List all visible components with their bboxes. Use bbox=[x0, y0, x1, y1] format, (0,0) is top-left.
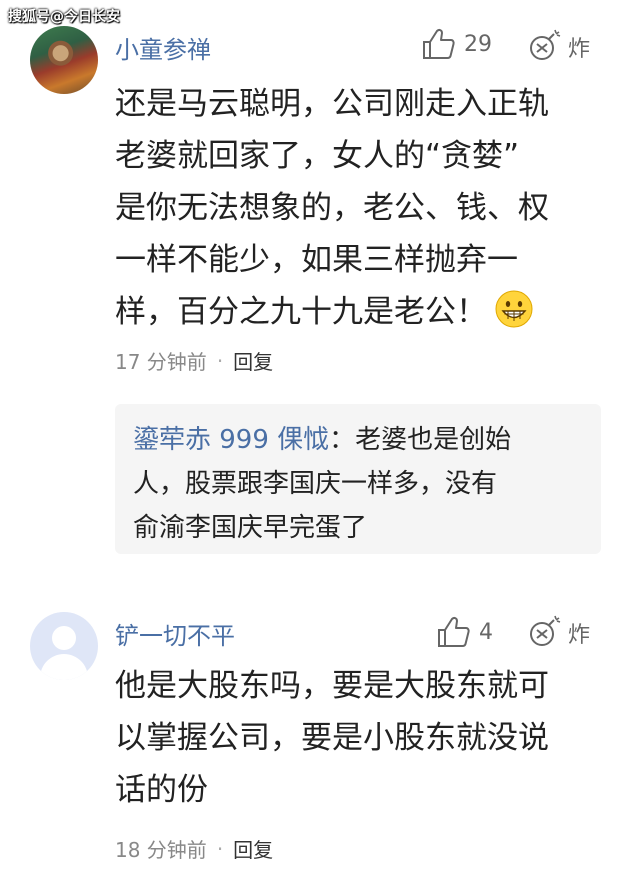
like-button[interactable]: 4 bbox=[437, 616, 493, 648]
avatar-shoulders-shape bbox=[40, 654, 88, 680]
bomb-icon bbox=[528, 614, 562, 652]
comment-username[interactable]: 小童参禅 bbox=[115, 30, 211, 65]
like-count: 4 bbox=[479, 619, 493, 645]
meta-dot: · bbox=[216, 348, 224, 373]
avatar[interactable] bbox=[30, 26, 98, 94]
reply-line: 人，股票跟李国庆一样多，没有 bbox=[133, 469, 498, 499]
reply-box[interactable]: 鎏荦赤 999 倮怴：老婆也是创始 人，股票跟李国庆一样多，没有 俞渝李国庆早完… bbox=[115, 404, 601, 554]
reply-line: 鎏荦赤 999 倮怴：老婆也是创始 bbox=[133, 418, 511, 462]
reply-author[interactable]: 鎏荦赤 999 倮怴 bbox=[133, 425, 329, 455]
comment-line: 是你无法想象的，老公、钱、权 bbox=[115, 190, 549, 226]
reply-button[interactable]: 回复 bbox=[233, 346, 273, 375]
bomb-icon bbox=[528, 28, 562, 66]
thumbs-up-icon bbox=[422, 28, 456, 60]
comment-meta: 18 分钟前 · 回复 bbox=[115, 834, 273, 863]
comment-line: 他是大股东吗，要是大股东就可 bbox=[115, 668, 549, 704]
reply-text: 鎏荦赤 999 倮怴：老婆也是创始 人，股票跟李国庆一样多，没有 俞渝李国庆早完… bbox=[133, 418, 511, 550]
comment-line: 以掌握公司，要是小股东就没说 bbox=[115, 720, 549, 756]
reply-colon: ： bbox=[329, 425, 356, 455]
avatar-head-shape bbox=[52, 626, 76, 650]
comment-time: 18 分钟前 bbox=[115, 838, 207, 862]
reply-button[interactable]: 回复 bbox=[233, 834, 273, 863]
comment-line: 一样不能少，如果三样抛弃一 bbox=[115, 242, 518, 278]
meta-dot: · bbox=[216, 836, 224, 861]
reply-line-text: 老婆也是创始 bbox=[355, 425, 512, 455]
avatar[interactable] bbox=[30, 612, 98, 680]
bomb-button[interactable]: 炸 bbox=[528, 28, 590, 66]
comment-text: 他是大股东吗，要是大股东就可 以掌握公司，要是小股东就没说 话的份 bbox=[115, 660, 549, 816]
comment-text: 还是马云聪明，公司刚走入正轨 老婆就回家了，女人的“贪婪” 是你无法想象的，老公… bbox=[115, 78, 549, 338]
like-count: 29 bbox=[464, 31, 492, 57]
like-button[interactable]: 29 bbox=[422, 28, 492, 60]
bomb-label: 炸 bbox=[568, 623, 591, 648]
bomb-label: 炸 bbox=[568, 37, 591, 62]
watermark: 搜狐号@今日长安 bbox=[8, 9, 120, 25]
comment-line: 样，百分之九十九是老公！ bbox=[115, 294, 487, 330]
comment-line: 老婆就回家了，女人的“贪婪” bbox=[115, 138, 520, 174]
comment-line: 话的份 bbox=[115, 772, 208, 808]
comment-meta: 17 分钟前 · 回复 bbox=[115, 346, 273, 375]
thumbs-up-icon bbox=[437, 616, 471, 648]
bomb-button[interactable]: 炸 bbox=[528, 614, 590, 652]
grinning-face-emoji-icon bbox=[495, 290, 533, 328]
comment-line-last: 样，百分之九十九是老公！ bbox=[115, 286, 549, 338]
comment-page: 搜狐号@今日长安 小童参禅 29 炸 还是马云聪明，公司刚走入正轨 老婆就回家了… bbox=[0, 0, 635, 870]
comment-time: 17 分钟前 bbox=[115, 350, 207, 374]
comment-username[interactable]: 铲一切不平 bbox=[115, 616, 235, 651]
comment-line: 还是马云聪明，公司刚走入正轨 bbox=[115, 86, 549, 122]
reply-line: 俞渝李国庆早完蛋了 bbox=[133, 513, 368, 543]
